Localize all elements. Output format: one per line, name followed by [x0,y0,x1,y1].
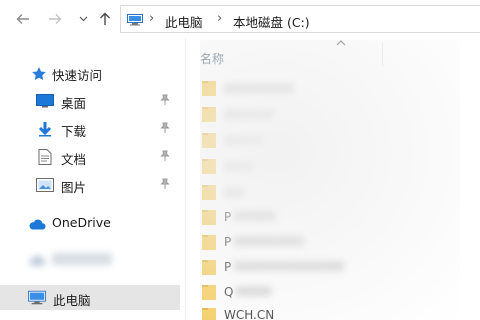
folder-icon [202,133,216,148]
cloud-icon [29,219,46,230]
folder-icon [202,210,216,225]
sidebar-item-desktop[interactable]: 桌面 [0,88,180,113]
file-name: Q [224,285,272,299]
picture-icon [36,178,54,192]
sidebar-item-downloads[interactable]: 下载 [0,116,180,141]
address-bar[interactable]: › 此电脑 › 本地磁盘 (C:) [120,5,480,33]
pc-icon [28,290,46,305]
file-name: P [224,210,277,224]
folder-icon [202,107,216,122]
sidebar-item-label: 下载 [61,124,87,139]
list-item[interactable]: Q [202,282,462,304]
back-button[interactable] [14,9,32,29]
sidebar-item-label: 桌面 [61,96,87,111]
file-name [224,109,274,120]
folder-icon [202,235,216,250]
list-item[interactable] [202,78,462,100]
forward-button[interactable] [46,9,64,29]
folder-icon [202,185,216,200]
list-item[interactable]: WCH.CN [202,305,462,320]
list-item[interactable]: P [202,232,462,254]
sidebar-item-label [52,253,112,265]
navigation-pane: 快速访问 桌面 下载 文档 图片 OneDrive 此电脑 [0,38,185,320]
folder-icon [202,260,216,275]
arrow-up-icon [100,12,110,25]
file-name [224,161,254,172]
breadcrumb-separator: › [149,11,155,26]
sidebar-item-label: OneDrive [52,215,111,230]
up-button[interactable] [96,9,114,29]
column-divider[interactable] [382,42,383,66]
sidebar-item-quick-access[interactable]: 快速访问 [0,60,180,85]
file-name [224,83,294,94]
list-item[interactable] [202,104,462,126]
breadcrumb-separator: › [217,11,223,26]
sidebar-item-redacted[interactable] [0,246,180,271]
folder-icon [202,159,216,174]
star-icon [32,67,46,81]
sidebar-item-label: 文档 [61,152,87,167]
list-item[interactable]: P [202,207,462,229]
breadcrumb-local-disk-c[interactable]: 本地磁盘 (C:) [233,12,310,31]
pin-icon[interactable] [160,150,170,162]
address-toolbar: › 此电脑 › 本地磁盘 (C:) [0,0,480,38]
file-name [224,135,264,146]
document-icon [38,149,52,165]
sidebar-item-pictures[interactable]: 图片 [0,172,180,197]
file-list-pane: 名称 P P P Q WCH.CN [186,38,480,320]
desktop-icon [36,94,54,108]
sidebar-item-label: 此电脑 [53,293,91,308]
list-item[interactable] [202,130,462,152]
folder-icon [202,81,216,96]
pc-icon [127,14,143,26]
file-name: P [224,260,345,274]
column-header-name[interactable]: 名称 [200,50,224,67]
pin-icon[interactable] [160,94,170,106]
sidebar-item-label: 图片 [61,180,87,195]
file-name [224,187,244,198]
list-item[interactable] [202,156,462,178]
sidebar-item-onedrive[interactable]: OneDrive [0,210,180,235]
chevron-down-icon [79,16,87,22]
chevron-up-icon [336,40,346,46]
list-item[interactable] [202,182,462,204]
sidebar-item-this-pc[interactable]: 此电脑 [0,285,180,310]
folder-icon [202,285,216,300]
breadcrumb-this-pc[interactable]: 此电脑 [165,12,203,31]
arrow-left-icon [16,14,29,24]
sidebar-item-documents[interactable]: 文档 [0,144,180,169]
pin-icon[interactable] [160,122,170,134]
cloud-icon [29,255,46,266]
folder-icon [202,308,216,320]
pin-icon[interactable] [160,178,170,190]
file-name: WCH.CN [224,308,275,320]
arrow-right-icon [49,14,62,24]
list-item[interactable]: P [202,257,462,279]
download-icon [38,122,52,137]
sidebar-item-label: 快速访问 [52,68,103,83]
file-name: P [224,235,305,249]
recent-locations-button[interactable] [74,9,92,29]
